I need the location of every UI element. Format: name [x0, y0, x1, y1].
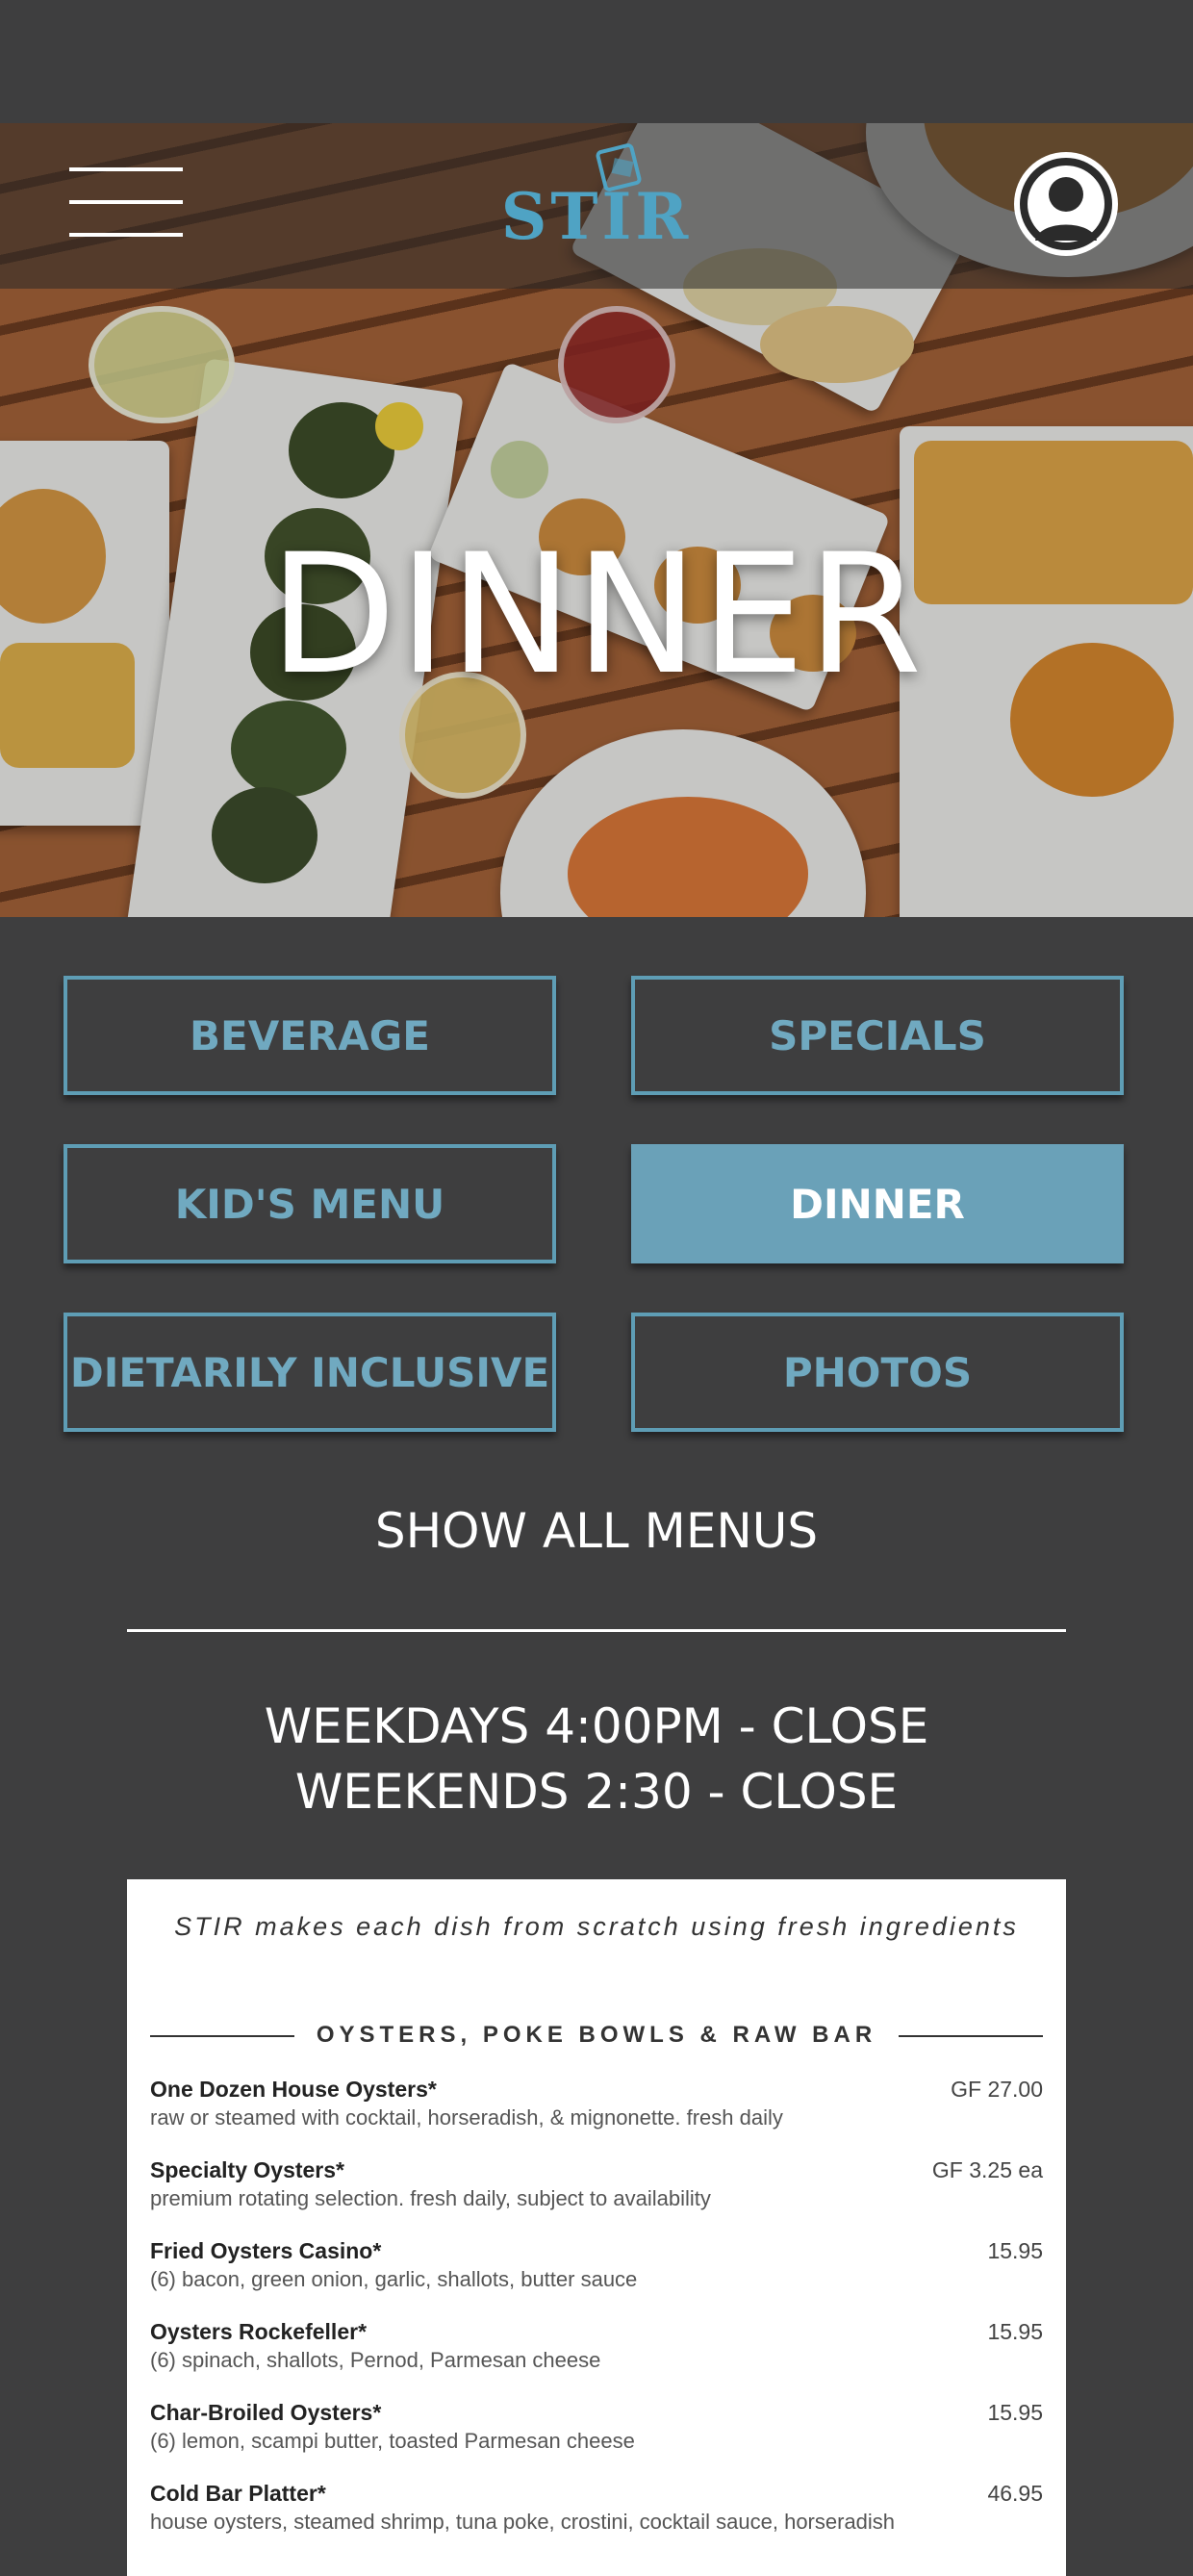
item-name: Specialty Oysters* — [150, 2157, 345, 2182]
status-area — [0, 0, 1193, 123]
item-price: GF 27.00 — [951, 2077, 1043, 2102]
menu-button-dinner[interactable]: DINNER — [631, 1144, 1124, 1263]
menu-button-beverage[interactable]: BEVERAGE — [63, 976, 556, 1095]
show-all-menus-link[interactable]: SHOW ALL MENUS — [0, 1503, 1193, 1559]
item-description: house oysters, steamed shrimp, tuna poke… — [150, 2510, 896, 2534]
menu-item: Specialty Oysters* premium rotating sele… — [150, 2155, 1043, 2213]
menu-item: Char-Broiled Oysters* (6) lemon, scampi … — [150, 2398, 1043, 2456]
menu-button-dietarily-inclusive[interactable]: DIETARILY INCLUSIVE — [63, 1313, 556, 1432]
item-name: Char-Broiled Oysters* — [150, 2400, 382, 2425]
item-name: One Dozen House Oysters* — [150, 2077, 437, 2102]
menu-tagline: STIR makes each dish from scratch using … — [174, 1912, 1019, 1941]
item-name: Cold Bar Platter* — [150, 2481, 326, 2506]
item-description: raw or steamed with cocktail, horseradis… — [150, 2105, 783, 2130]
menu-item: Cold Bar Platter* house oysters, steamed… — [150, 2479, 1043, 2537]
item-price: 15.95 — [987, 2319, 1043, 2344]
section-header: OYSTERS, POKE BOWLS & RAW BAR — [150, 2016, 1043, 2054]
weekday-hours: WEEKDAYS 4:00PM - CLOSE — [264, 1698, 929, 1754]
weekend-hours: WEEKENDS 2:30 - CLOSE — [294, 1764, 899, 1820]
item-description: (6) lemon, scampi butter, toasted Parmes… — [150, 2429, 635, 2453]
top-navbar: STIR — [0, 123, 1193, 289]
item-price: GF 3.25 ea — [931, 2157, 1043, 2182]
item-name: Oysters Rockefeller* — [150, 2319, 368, 2344]
menu-button-photos[interactable]: PHOTOS — [631, 1313, 1124, 1432]
item-price: 15.95 — [987, 2238, 1043, 2263]
menu-item: Fried Oysters Casino* (6) bacon, green o… — [150, 2236, 1043, 2294]
item-name: Fried Oysters Casino* — [150, 2238, 382, 2263]
brand-logo[interactable]: STIR — [471, 179, 722, 254]
user-avatar-icon[interactable] — [1014, 152, 1118, 256]
item-description: (6) bacon, green onion, garlic, shallots… — [150, 2267, 638, 2291]
hamburger-icon[interactable] — [69, 167, 183, 241]
menu-button-kids-menu[interactable]: KID'S MENU — [63, 1144, 556, 1263]
menu-card: STIR makes each dish from scratch using … — [127, 1879, 1066, 2576]
section-rule-right — [899, 2035, 1043, 2037]
item-price: 46.95 — [987, 2481, 1043, 2506]
item-description: (6) spinach, shallots, Pernod, Parmesan … — [150, 2348, 601, 2372]
menu-item: Oysters Rockefeller* (6) spinach, shallo… — [150, 2317, 1043, 2375]
menu-item: One Dozen House Oysters* raw or steamed … — [150, 2075, 1043, 2132]
item-price: 15.95 — [987, 2400, 1043, 2425]
hours-block: WEEKDAYS 4:00PM - CLOSE WEEKENDS 2:30 - … — [0, 1694, 1193, 1824]
hero-title: DINNER — [268, 518, 925, 711]
item-description: premium rotating selection. fresh daily,… — [150, 2186, 711, 2210]
menu-button-specials[interactable]: SPECIALS — [631, 976, 1124, 1095]
section-divider — [127, 1629, 1066, 1632]
